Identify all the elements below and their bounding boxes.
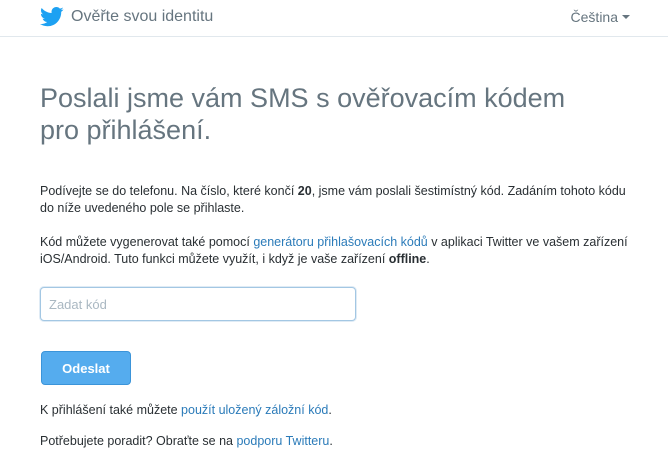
- generator-text-1: Kód můžete vygenerovat také pomocí: [40, 235, 254, 249]
- heading: Poslali jsme vám SMS s ověřovacím kódem …: [40, 82, 640, 146]
- generator-paragraph: Kód můžete vygenerovat také pomocí gener…: [40, 234, 640, 268]
- language-label: Čeština: [570, 9, 618, 25]
- phone-suffix: 20: [297, 184, 312, 198]
- submit-button[interactable]: Odeslat: [41, 351, 131, 385]
- help-text: Potřebujete poradit? Obraťte se na: [40, 434, 237, 448]
- code-input[interactable]: [40, 287, 356, 321]
- help-paragraph: Potřebujete poradit? Obraťte se na podpo…: [40, 433, 640, 450]
- chevron-down-icon: [622, 15, 630, 20]
- offline-text: offline: [388, 252, 427, 266]
- info-paragraph: Podívejte se do telefonu. Na číslo, kter…: [40, 183, 640, 217]
- top-bar: Ověřte svou identitu Čeština: [0, 0, 668, 37]
- heading-line-1: Poslali jsme vám SMS s ověřovacím kódem: [40, 83, 566, 113]
- language-selector[interactable]: Čeština: [571, 9, 630, 25]
- generator-text-3: .: [426, 252, 430, 266]
- backup-paragraph: K přihlášení také můžete použít uložený …: [40, 402, 640, 419]
- info-text-1: Podívejte se do telefonu. Na číslo, kter…: [40, 184, 298, 198]
- twitter-bird-icon: [40, 7, 64, 27]
- backup-text: K přihlášení také můžete: [40, 403, 182, 417]
- help-end: .: [329, 434, 333, 448]
- backup-code-link[interactable]: použít uložený záložní kód: [181, 403, 328, 417]
- support-link[interactable]: podporu Twitteru: [236, 434, 329, 448]
- heading-line-2: pro přihlášení.: [40, 115, 212, 145]
- backup-end: .: [328, 403, 332, 417]
- generator-link[interactable]: generátoru přihlašovacích kódů: [253, 235, 427, 249]
- page-title: Ověřte svou identitu: [71, 8, 214, 25]
